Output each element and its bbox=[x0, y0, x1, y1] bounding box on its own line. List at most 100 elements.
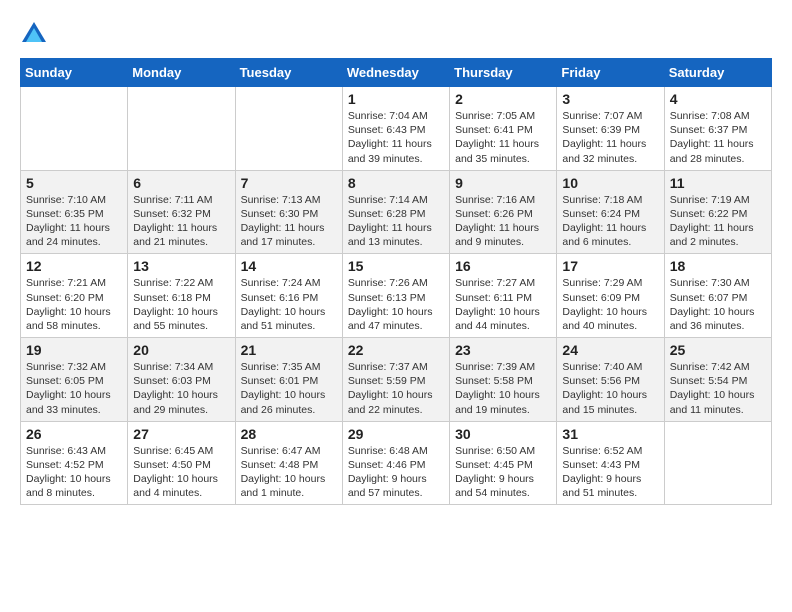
col-header-tuesday: Tuesday bbox=[235, 59, 342, 87]
day-number: 1 bbox=[348, 91, 444, 107]
day-number: 14 bbox=[241, 258, 337, 274]
day-info: Sunrise: 7:04 AM Sunset: 6:43 PM Dayligh… bbox=[348, 109, 444, 166]
calendar-cell: 11 Sunrise: 7:19 AM Sunset: 6:22 PM Dayli… bbox=[664, 170, 771, 254]
day-info: Sunrise: 6:47 AM Sunset: 4:48 PM Dayligh… bbox=[241, 444, 337, 501]
day-info: Sunrise: 7:42 AM Sunset: 5:54 PM Dayligh… bbox=[670, 360, 766, 417]
day-info: Sunrise: 7:26 AM Sunset: 6:13 PM Dayligh… bbox=[348, 276, 444, 333]
day-number: 17 bbox=[562, 258, 658, 274]
day-number: 30 bbox=[455, 426, 551, 442]
logo bbox=[20, 20, 52, 48]
calendar-cell: 17Sunrise: 7:29 AM Sunset: 6:09 PM Dayli… bbox=[557, 254, 664, 338]
day-info: Sunrise: 6:48 AM Sunset: 4:46 PM Dayligh… bbox=[348, 444, 444, 501]
calendar-cell: 5 Sunrise: 7:10 AM Sunset: 6:35 PM Daylig… bbox=[21, 170, 128, 254]
day-number: 15 bbox=[348, 258, 444, 274]
calendar-cell: 1 Sunrise: 7:04 AM Sunset: 6:43 PM Daylig… bbox=[342, 87, 449, 171]
calendar-cell: 8 Sunrise: 7:14 AM Sunset: 6:28 PM Daylig… bbox=[342, 170, 449, 254]
calendar-cell: 13 Sunrise: 7:22 AM Sunset: 6:18 PM Dayli… bbox=[128, 254, 235, 338]
day-info: Sunrise: 7:05 AM Sunset: 6:41 PM Dayligh… bbox=[455, 109, 551, 166]
day-info: Sunrise: 7:35 AM Sunset: 6:01 PM Dayligh… bbox=[241, 360, 337, 417]
day-info: Sunrise: 6:45 AM Sunset: 4:50 PM Dayligh… bbox=[133, 444, 229, 501]
day-number: 10 bbox=[562, 175, 658, 191]
day-number: 18 bbox=[670, 258, 766, 274]
calendar-week-row: 26 Sunrise: 6:43 AM Sunset: 4:52 PM Dayli… bbox=[21, 421, 772, 505]
day-number: 13 bbox=[133, 258, 229, 274]
calendar-cell: 6 Sunrise: 7:11 AM Sunset: 6:32 PM Daylig… bbox=[128, 170, 235, 254]
day-number: 27 bbox=[133, 426, 229, 442]
calendar-cell: 18 Sunrise: 7:30 AM Sunset: 6:07 PM Dayli… bbox=[664, 254, 771, 338]
calendar-cell: 3 Sunrise: 7:07 AM Sunset: 6:39 PM Daylig… bbox=[557, 87, 664, 171]
col-header-sunday: Sunday bbox=[21, 59, 128, 87]
day-info: Sunrise: 6:43 AM Sunset: 4:52 PM Dayligh… bbox=[26, 444, 122, 501]
calendar-cell: 4 Sunrise: 7:08 AM Sunset: 6:37 PM Daylig… bbox=[664, 87, 771, 171]
calendar-cell: 16Sunrise: 7:27 AM Sunset: 6:11 PM Dayli… bbox=[450, 254, 557, 338]
day-info: Sunrise: 7:07 AM Sunset: 6:39 PM Dayligh… bbox=[562, 109, 658, 166]
day-info: Sunrise: 7:37 AM Sunset: 5:59 PM Dayligh… bbox=[348, 360, 444, 417]
day-info: Sunrise: 7:39 AM Sunset: 5:58 PM Dayligh… bbox=[455, 360, 551, 417]
day-info: Sunrise: 7:27 AM Sunset: 6:11 PM Dayligh… bbox=[455, 276, 551, 333]
calendar-cell: 15 Sunrise: 7:26 AM Sunset: 6:13 PM Dayli… bbox=[342, 254, 449, 338]
day-number: 11 bbox=[670, 175, 766, 191]
day-info: Sunrise: 7:21 AM Sunset: 6:20 PM Dayligh… bbox=[26, 276, 122, 333]
day-info: Sunrise: 7:19 AM Sunset: 6:22 PM Dayligh… bbox=[670, 193, 766, 250]
day-info: Sunrise: 7:16 AM Sunset: 6:26 PM Dayligh… bbox=[455, 193, 551, 250]
day-info: Sunrise: 7:11 AM Sunset: 6:32 PM Dayligh… bbox=[133, 193, 229, 250]
day-info: Sunrise: 6:52 AM Sunset: 4:43 PM Dayligh… bbox=[562, 444, 658, 501]
day-number: 6 bbox=[133, 175, 229, 191]
day-number: 24 bbox=[562, 342, 658, 358]
calendar-cell: 22Sunrise: 7:37 AM Sunset: 5:59 PM Dayli… bbox=[342, 338, 449, 422]
calendar-cell: 29 Sunrise: 6:48 AM Sunset: 4:46 PM Dayli… bbox=[342, 421, 449, 505]
day-number: 26 bbox=[26, 426, 122, 442]
day-number: 3 bbox=[562, 91, 658, 107]
calendar-cell: 21 Sunrise: 7:35 AM Sunset: 6:01 PM Dayli… bbox=[235, 338, 342, 422]
calendar-cell: 20 Sunrise: 7:34 AM Sunset: 6:03 PM Dayli… bbox=[128, 338, 235, 422]
day-info: Sunrise: 7:22 AM Sunset: 6:18 PM Dayligh… bbox=[133, 276, 229, 333]
day-info: Sunrise: 6:50 AM Sunset: 4:45 PM Dayligh… bbox=[455, 444, 551, 501]
calendar-week-row: 5 Sunrise: 7:10 AM Sunset: 6:35 PM Daylig… bbox=[21, 170, 772, 254]
day-number: 21 bbox=[241, 342, 337, 358]
day-info: Sunrise: 7:14 AM Sunset: 6:28 PM Dayligh… bbox=[348, 193, 444, 250]
calendar-week-row: 19 Sunrise: 7:32 AM Sunset: 6:05 PM Dayli… bbox=[21, 338, 772, 422]
col-header-wednesday: Wednesday bbox=[342, 59, 449, 87]
day-info: Sunrise: 7:18 AM Sunset: 6:24 PM Dayligh… bbox=[562, 193, 658, 250]
col-header-saturday: Saturday bbox=[664, 59, 771, 87]
calendar-cell: 27 Sunrise: 6:45 AM Sunset: 4:50 PM Dayli… bbox=[128, 421, 235, 505]
calendar-cell: 24 Sunrise: 7:40 AM Sunset: 5:56 PM Dayli… bbox=[557, 338, 664, 422]
day-info: Sunrise: 7:10 AM Sunset: 6:35 PM Dayligh… bbox=[26, 193, 122, 250]
day-info: Sunrise: 7:34 AM Sunset: 6:03 PM Dayligh… bbox=[133, 360, 229, 417]
calendar-cell: 12 Sunrise: 7:21 AM Sunset: 6:20 PM Dayli… bbox=[21, 254, 128, 338]
day-number: 5 bbox=[26, 175, 122, 191]
day-number: 12 bbox=[26, 258, 122, 274]
day-number: 31 bbox=[562, 426, 658, 442]
calendar-cell: 28 Sunrise: 6:47 AM Sunset: 4:48 PM Dayli… bbox=[235, 421, 342, 505]
calendar-cell bbox=[664, 421, 771, 505]
calendar-cell: 31 Sunrise: 6:52 AM Sunset: 4:43 PM Dayli… bbox=[557, 421, 664, 505]
day-info: Sunrise: 7:40 AM Sunset: 5:56 PM Dayligh… bbox=[562, 360, 658, 417]
day-info: Sunrise: 7:30 AM Sunset: 6:07 PM Dayligh… bbox=[670, 276, 766, 333]
day-info: Sunrise: 7:13 AM Sunset: 6:30 PM Dayligh… bbox=[241, 193, 337, 250]
day-number: 4 bbox=[670, 91, 766, 107]
day-number: 29 bbox=[348, 426, 444, 442]
day-number: 2 bbox=[455, 91, 551, 107]
day-info: Sunrise: 7:08 AM Sunset: 6:37 PM Dayligh… bbox=[670, 109, 766, 166]
calendar-week-row: 12 Sunrise: 7:21 AM Sunset: 6:20 PM Dayli… bbox=[21, 254, 772, 338]
day-number: 28 bbox=[241, 426, 337, 442]
logo-icon bbox=[20, 20, 48, 48]
calendar-cell: 23Sunrise: 7:39 AM Sunset: 5:58 PM Dayli… bbox=[450, 338, 557, 422]
day-info: Sunrise: 7:24 AM Sunset: 6:16 PM Dayligh… bbox=[241, 276, 337, 333]
calendar-cell: 25 Sunrise: 7:42 AM Sunset: 5:54 PM Dayli… bbox=[664, 338, 771, 422]
calendar-cell: 14 Sunrise: 7:24 AM Sunset: 6:16 PM Dayli… bbox=[235, 254, 342, 338]
day-info: Sunrise: 7:32 AM Sunset: 6:05 PM Dayligh… bbox=[26, 360, 122, 417]
day-number: 25 bbox=[670, 342, 766, 358]
day-number: 7 bbox=[241, 175, 337, 191]
calendar: SundayMondayTuesdayWednesdayThursdayFrid… bbox=[20, 58, 772, 505]
calendar-cell bbox=[235, 87, 342, 171]
calendar-cell bbox=[128, 87, 235, 171]
day-number: 8 bbox=[348, 175, 444, 191]
day-number: 19 bbox=[26, 342, 122, 358]
day-number: 20 bbox=[133, 342, 229, 358]
col-header-friday: Friday bbox=[557, 59, 664, 87]
col-header-thursday: Thursday bbox=[450, 59, 557, 87]
page: SundayMondayTuesdayWednesdayThursdayFrid… bbox=[0, 0, 792, 515]
col-header-monday: Monday bbox=[128, 59, 235, 87]
calendar-cell: 7 Sunrise: 7:13 AM Sunset: 6:30 PM Daylig… bbox=[235, 170, 342, 254]
